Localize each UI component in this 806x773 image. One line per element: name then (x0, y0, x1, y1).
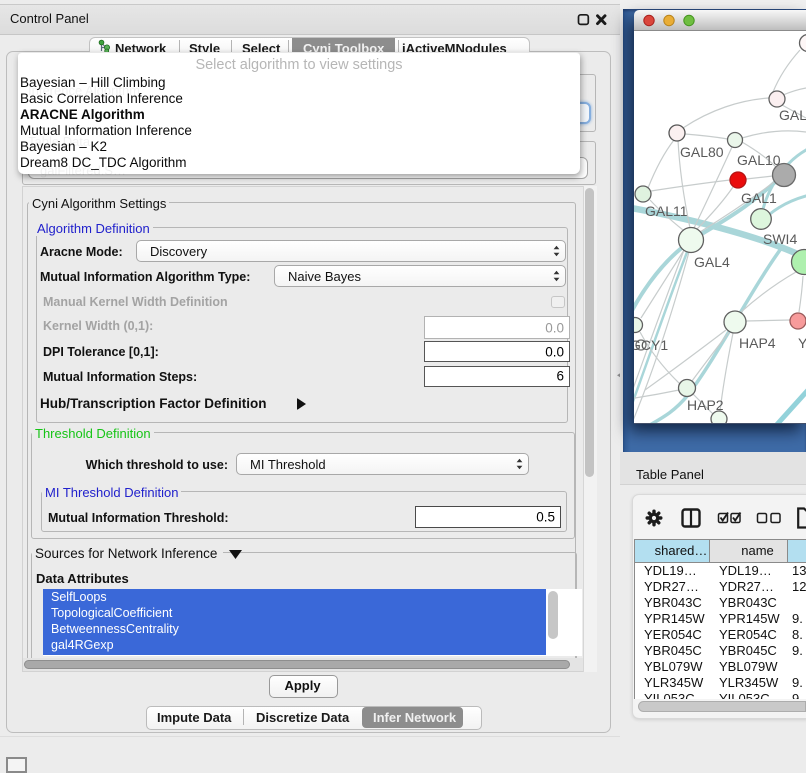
svg-text:GAL10: GAL10 (737, 152, 781, 168)
svg-text:HAP2: HAP2 (687, 397, 724, 413)
svg-text:GAL80: GAL80 (680, 144, 724, 160)
svg-text:GAL: GAL (779, 107, 806, 123)
svg-text:GAL4: GAL4 (694, 254, 730, 270)
svg-text:Y: Y (798, 335, 806, 351)
svg-text:SWI4: SWI4 (763, 231, 797, 247)
svg-text:HAP4: HAP4 (739, 335, 776, 351)
svg-text:GAL1: GAL1 (741, 190, 777, 206)
svg-text:GCY1: GCY1 (634, 337, 668, 353)
svg-text:GAL11: GAL11 (645, 203, 688, 219)
